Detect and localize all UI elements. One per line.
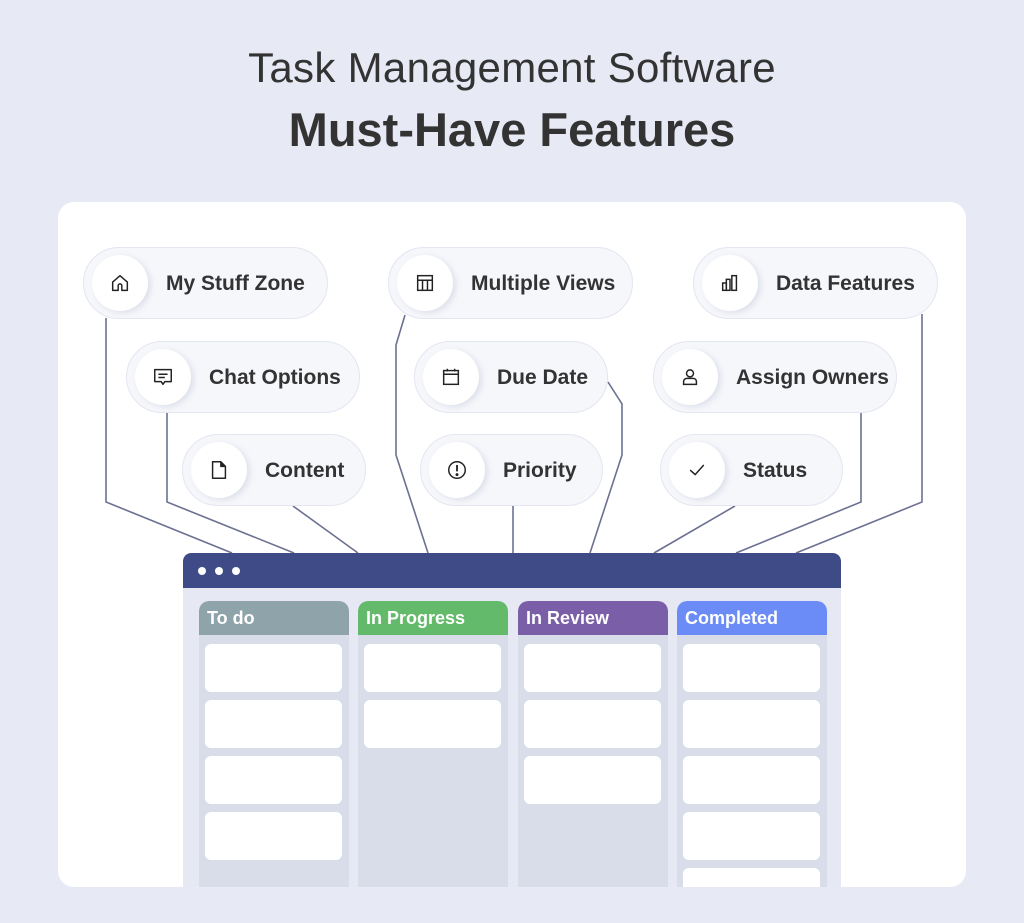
column-to-do: To do bbox=[199, 601, 349, 887]
feature-label: Priority bbox=[503, 459, 577, 482]
task-card[interactable] bbox=[524, 700, 661, 748]
feature-label: Status bbox=[743, 459, 808, 482]
task-card[interactable] bbox=[524, 644, 661, 692]
task-card[interactable] bbox=[683, 700, 820, 748]
task-card[interactable] bbox=[524, 756, 661, 804]
document-icon bbox=[191, 442, 247, 498]
checkmark-icon bbox=[669, 442, 725, 498]
feature-priority: Priority bbox=[420, 434, 603, 506]
feature-label: Multiple Views bbox=[471, 272, 616, 295]
bar-chart-icon bbox=[702, 255, 758, 311]
task-card[interactable] bbox=[205, 644, 342, 692]
column-completed: Completed bbox=[677, 601, 827, 887]
column-header: Completed bbox=[677, 601, 827, 635]
task-card[interactable] bbox=[683, 756, 820, 804]
table-view-icon bbox=[397, 255, 453, 311]
task-card[interactable] bbox=[364, 700, 501, 748]
feature-label: Due Date bbox=[497, 366, 589, 389]
column-in-progress: In Progress bbox=[358, 601, 508, 887]
feature-assign-owners: Assign Owners bbox=[653, 341, 897, 413]
task-card[interactable] bbox=[683, 812, 820, 860]
feature-content: Content bbox=[182, 434, 366, 506]
page-subtitle: Must-Have Features bbox=[288, 103, 736, 156]
window-title-bar bbox=[183, 553, 841, 588]
task-card[interactable] bbox=[205, 756, 342, 804]
home-icon bbox=[92, 255, 148, 311]
feature-chat-options: Chat Options bbox=[126, 341, 360, 413]
task-card[interactable] bbox=[683, 868, 820, 887]
feature-label: Content bbox=[265, 459, 345, 482]
column-in-review: In Review bbox=[518, 601, 668, 887]
column-header: In Progress bbox=[358, 601, 508, 635]
feature-due-date: Due Date bbox=[414, 341, 608, 413]
calendar-icon bbox=[423, 349, 479, 405]
feature-multiple-views: Multiple Views bbox=[388, 247, 633, 319]
window-dot-icon bbox=[198, 567, 206, 575]
window-dot-icon bbox=[232, 567, 240, 575]
page-title: Task Management Software bbox=[248, 44, 776, 91]
feature-label: Chat Options bbox=[209, 366, 341, 389]
kanban-board: To do In Progress In Review Completed bbox=[183, 553, 841, 887]
chat-icon bbox=[135, 349, 191, 405]
task-card[interactable] bbox=[364, 644, 501, 692]
task-card[interactable] bbox=[205, 700, 342, 748]
column-header: In Review bbox=[518, 601, 668, 635]
feature-label: Assign Owners bbox=[736, 366, 889, 389]
window-dot-icon bbox=[215, 567, 223, 575]
feature-status: Status bbox=[660, 434, 843, 506]
feature-data-features: Data Features bbox=[693, 247, 938, 319]
feature-label: Data Features bbox=[776, 272, 915, 295]
column-header: To do bbox=[199, 601, 349, 635]
user-icon bbox=[662, 349, 718, 405]
task-card[interactable] bbox=[205, 812, 342, 860]
feature-my-stuff-zone: My Stuff Zone bbox=[83, 247, 328, 319]
feature-label: My Stuff Zone bbox=[166, 272, 305, 295]
task-card[interactable] bbox=[683, 644, 820, 692]
exclamation-circle-icon bbox=[429, 442, 485, 498]
